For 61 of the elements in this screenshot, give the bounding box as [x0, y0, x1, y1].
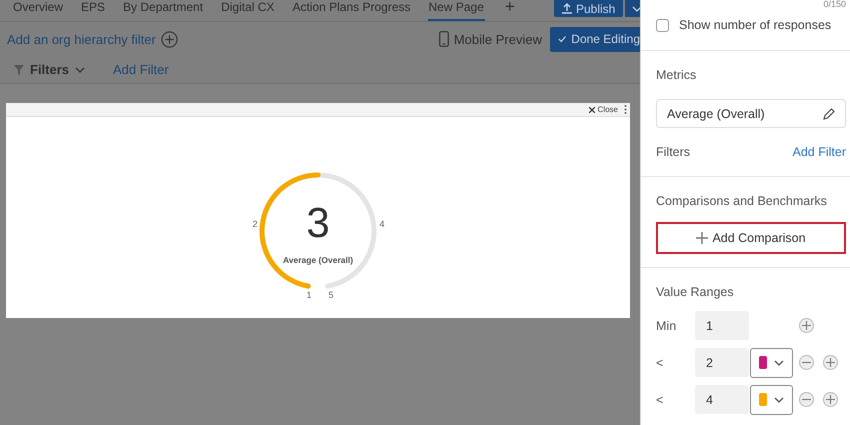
chevron-down-icon: [774, 396, 784, 402]
chevron-down-icon: [632, 6, 640, 12]
color-select[interactable]: [750, 348, 793, 378]
gauge-tick-label: 1: [306, 290, 312, 300]
filters-dropdown[interactable]: Filters: [14, 62, 86, 77]
chevron-down-icon: [774, 360, 784, 366]
add-tab-button[interactable]: +: [504, 0, 515, 14]
more-options-icon[interactable]: [624, 105, 627, 114]
gauge-tick-label: 2: [252, 219, 258, 229]
range-input[interactable]: 1: [695, 311, 749, 340]
add-circle-icon[interactable]: [160, 30, 178, 48]
plus-icon: [826, 358, 835, 367]
section-title: Value Ranges: [656, 285, 735, 299]
plus-icon: [802, 321, 811, 330]
range-label: Min: [656, 318, 678, 332]
section-title: Metrics: [656, 68, 698, 82]
tab[interactable]: Digital CX: [220, 0, 276, 21]
done-editing-button[interactable]: Done Editing: [550, 26, 640, 52]
add-comparison-button[interactable]: Add Comparison: [656, 222, 846, 254]
publish-button[interactable]: Publish: [554, 0, 624, 17]
add-range-button[interactable]: [799, 318, 814, 333]
range-label: <: [656, 356, 664, 370]
tab[interactable]: Action Plans Progress: [291, 0, 412, 21]
metric-name: Average (Overall): [667, 106, 765, 120]
checkbox[interactable]: [656, 18, 669, 32]
org-filter-link[interactable]: Add an org hierarchy filter: [7, 32, 156, 46]
add-range-button[interactable]: [823, 392, 838, 407]
add-filter-link[interactable]: Add Filter: [113, 62, 169, 77]
range-label: <: [656, 392, 664, 406]
tab[interactable]: EPS: [80, 0, 106, 21]
filter-icon: [14, 64, 24, 74]
gauge-tick-label: 5: [328, 290, 334, 300]
remove-range-button[interactable]: [799, 355, 814, 370]
gauge-tick-label: 4: [380, 219, 384, 229]
close-icon: [588, 106, 595, 112]
chevron-down-icon: [75, 66, 86, 72]
pencil-icon[interactable]: [823, 108, 835, 120]
show-responses-checkbox[interactable]: Show number of responses: [656, 18, 846, 32]
gauge-label: Average (Overall): [282, 255, 354, 265]
add-range-button[interactable]: [823, 355, 838, 370]
range-input[interactable]: 4: [695, 385, 749, 414]
gauge-value: 3: [306, 199, 330, 247]
section-title: Filters: [656, 145, 690, 159]
tab[interactable]: Overview: [12, 0, 64, 21]
mobile-preview-button[interactable]: Mobile Preview: [438, 31, 542, 47]
phone-icon: [438, 31, 449, 47]
add-filter-link[interactable]: Add Filter: [792, 145, 846, 159]
range-input[interactable]: 2: [695, 348, 749, 377]
check-icon: [558, 35, 566, 43]
metric-field[interactable]: Average (Overall): [656, 99, 846, 128]
tab[interactable]: By Department: [122, 0, 204, 21]
close-button[interactable]: Close: [588, 105, 618, 114]
tab[interactable]: New Page: [428, 0, 485, 21]
upload-icon: [562, 3, 572, 14]
section-title: Comparisons and Benchmarks: [656, 194, 828, 208]
character-counter: 0/150: [822, 0, 847, 11]
color-select[interactable]: [750, 384, 793, 414]
remove-range-button[interactable]: [799, 392, 814, 407]
plus-icon: [826, 395, 835, 404]
checkbox-label: Show number of responses: [679, 18, 832, 32]
plus-icon: [696, 232, 708, 244]
